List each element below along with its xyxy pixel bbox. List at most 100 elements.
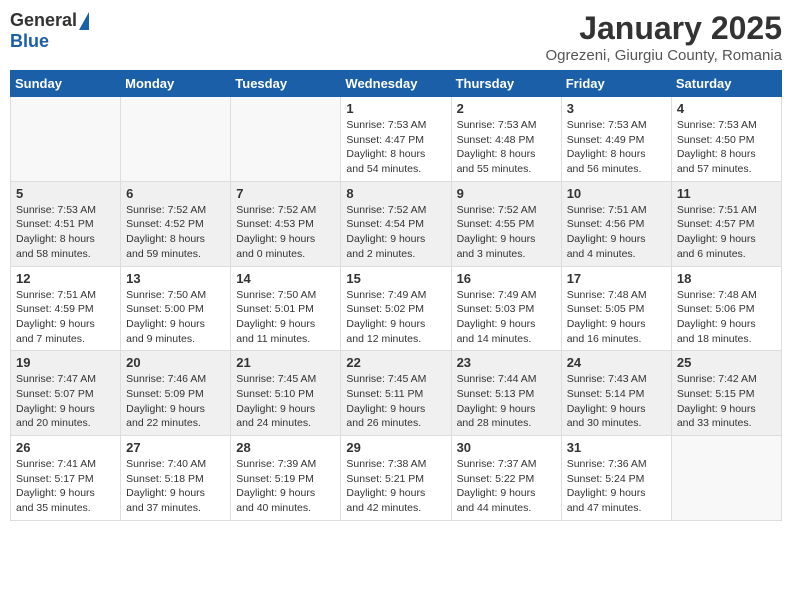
day-of-week-header: Thursday	[451, 71, 561, 97]
day-info: Sunrise: 7:52 AMSunset: 4:54 PMDaylight:…	[346, 203, 445, 262]
day-info: Sunrise: 7:42 AMSunset: 5:15 PMDaylight:…	[677, 372, 776, 431]
day-number: 7	[236, 186, 335, 201]
logo: General Blue	[10, 10, 89, 52]
calendar-week-row: 26 Sunrise: 7:41 AMSunset: 5:17 PMDayligh…	[11, 436, 782, 521]
day-number: 16	[457, 271, 556, 286]
calendar-day-cell	[11, 97, 121, 182]
day-info: Sunrise: 7:53 AMSunset: 4:48 PMDaylight:…	[457, 118, 556, 177]
day-info: Sunrise: 7:38 AMSunset: 5:21 PMDaylight:…	[346, 457, 445, 516]
day-number: 11	[677, 186, 776, 201]
calendar-week-row: 19 Sunrise: 7:47 AMSunset: 5:07 PMDayligh…	[11, 351, 782, 436]
day-number: 14	[236, 271, 335, 286]
day-number: 9	[457, 186, 556, 201]
calendar-day-cell: 31Sunrise: 7:36 AMSunset: 5:24 PMDayligh…	[561, 436, 671, 521]
day-number: 21	[236, 355, 335, 370]
day-number: 26	[16, 440, 115, 455]
calendar-day-cell	[121, 97, 231, 182]
day-info: Sunrise: 7:46 AMSunset: 5:09 PMDaylight:…	[126, 372, 225, 431]
day-number: 6	[126, 186, 225, 201]
calendar-table: SundayMondayTuesdayWednesdayThursdayFrid…	[10, 70, 782, 521]
calendar-day-cell: 17 Sunrise: 7:48 AMSunset: 5:05 PMDayligh…	[561, 266, 671, 351]
calendar-day-cell: 7Sunrise: 7:52 AMSunset: 4:53 PMDaylight…	[231, 181, 341, 266]
day-info: Sunrise: 7:36 AMSunset: 5:24 PMDaylight:…	[567, 457, 666, 516]
calendar-day-cell: 26 Sunrise: 7:41 AMSunset: 5:17 PMDayligh…	[11, 436, 121, 521]
calendar-day-cell: 28 Sunrise: 7:39 AMSunset: 5:19 PMDayligh…	[231, 436, 341, 521]
day-info: Sunrise: 7:47 AMSunset: 5:07 PMDaylight:…	[16, 372, 115, 431]
day-info: Sunrise: 7:51 AMSunset: 4:59 PMDaylight:…	[16, 288, 115, 347]
day-info: Sunrise: 7:40 AMSunset: 5:18 PMDaylight:…	[126, 457, 225, 516]
day-info: Sunrise: 7:53 AMSunset: 4:49 PMDaylight:…	[567, 118, 666, 177]
calendar-day-cell: 8Sunrise: 7:52 AMSunset: 4:54 PMDaylight…	[341, 181, 451, 266]
day-number: 27	[126, 440, 225, 455]
calendar-day-cell: 2 Sunrise: 7:53 AMSunset: 4:48 PMDaylight…	[451, 97, 561, 182]
day-of-week-header: Friday	[561, 71, 671, 97]
day-info: Sunrise: 7:44 AMSunset: 5:13 PMDaylight:…	[457, 372, 556, 431]
calendar-day-cell: 19 Sunrise: 7:47 AMSunset: 5:07 PMDayligh…	[11, 351, 121, 436]
day-number: 20	[126, 355, 225, 370]
day-number: 19	[16, 355, 115, 370]
day-number: 25	[677, 355, 776, 370]
calendar-day-cell	[671, 436, 781, 521]
day-number: 4	[677, 101, 776, 116]
day-number: 29	[346, 440, 445, 455]
calendar-day-cell: 13 Sunrise: 7:50 AMSunset: 5:00 PMDayligh…	[121, 266, 231, 351]
calendar-day-cell: 24 Sunrise: 7:43 AMSunset: 5:14 PMDayligh…	[561, 351, 671, 436]
day-info: Sunrise: 7:37 AMSunset: 5:22 PMDaylight:…	[457, 457, 556, 516]
day-number: 10	[567, 186, 666, 201]
calendar-day-cell: 20 Sunrise: 7:46 AMSunset: 5:09 PMDayligh…	[121, 351, 231, 436]
day-info: Sunrise: 7:51 AMSunset: 4:56 PMDaylight:…	[567, 203, 666, 262]
day-number: 28	[236, 440, 335, 455]
calendar-day-cell: 14 Sunrise: 7:50 AMSunset: 5:01 PMDayligh…	[231, 266, 341, 351]
day-info: Sunrise: 7:49 AMSunset: 5:03 PMDaylight:…	[457, 288, 556, 347]
day-of-week-header: Saturday	[671, 71, 781, 97]
day-info: Sunrise: 7:41 AMSunset: 5:17 PMDaylight:…	[16, 457, 115, 516]
day-info: Sunrise: 7:48 AMSunset: 5:05 PMDaylight:…	[567, 288, 666, 347]
day-number: 22	[346, 355, 445, 370]
calendar-week-row: 12 Sunrise: 7:51 AMSunset: 4:59 PMDayligh…	[11, 266, 782, 351]
day-info: Sunrise: 7:45 AMSunset: 5:10 PMDaylight:…	[236, 372, 335, 431]
calendar-day-cell: 16 Sunrise: 7:49 AMSunset: 5:03 PMDayligh…	[451, 266, 561, 351]
day-info: Sunrise: 7:52 AMSunset: 4:55 PMDaylight:…	[457, 203, 556, 262]
calendar-week-row: 1Sunrise: 7:53 AMSunset: 4:47 PMDaylight…	[11, 97, 782, 182]
day-info: Sunrise: 7:48 AMSunset: 5:06 PMDaylight:…	[677, 288, 776, 347]
calendar-day-cell: 15Sunrise: 7:49 AMSunset: 5:02 PMDayligh…	[341, 266, 451, 351]
calendar-week-row: 5 Sunrise: 7:53 AMSunset: 4:51 PMDaylight…	[11, 181, 782, 266]
calendar-day-cell: 29 Sunrise: 7:38 AMSunset: 5:21 PMDayligh…	[341, 436, 451, 521]
day-info: Sunrise: 7:53 AMSunset: 4:51 PMDaylight:…	[16, 203, 115, 262]
calendar-day-cell: 30 Sunrise: 7:37 AMSunset: 5:22 PMDayligh…	[451, 436, 561, 521]
day-of-week-header: Wednesday	[341, 71, 451, 97]
day-number: 30	[457, 440, 556, 455]
day-number: 5	[16, 186, 115, 201]
day-number: 2	[457, 101, 556, 116]
calendar-day-cell: 3 Sunrise: 7:53 AMSunset: 4:49 PMDaylight…	[561, 97, 671, 182]
calendar-day-cell: 27 Sunrise: 7:40 AMSunset: 5:18 PMDayligh…	[121, 436, 231, 521]
calendar-day-cell: 4 Sunrise: 7:53 AMSunset: 4:50 PMDaylight…	[671, 97, 781, 182]
day-info: Sunrise: 7:53 AMSunset: 4:47 PMDaylight:…	[346, 118, 445, 177]
calendar-day-cell: 10 Sunrise: 7:51 AMSunset: 4:56 PMDayligh…	[561, 181, 671, 266]
day-number: 13	[126, 271, 225, 286]
logo-blue-text: Blue	[10, 31, 49, 52]
day-info: Sunrise: 7:43 AMSunset: 5:14 PMDaylight:…	[567, 372, 666, 431]
day-number: 3	[567, 101, 666, 116]
calendar-day-cell: 1Sunrise: 7:53 AMSunset: 4:47 PMDaylight…	[341, 97, 451, 182]
day-info: Sunrise: 7:39 AMSunset: 5:19 PMDaylight:…	[236, 457, 335, 516]
month-title: January 2025	[546, 10, 783, 47]
day-info: Sunrise: 7:53 AMSunset: 4:50 PMDaylight:…	[677, 118, 776, 177]
day-info: Sunrise: 7:52 AMSunset: 4:52 PMDaylight:…	[126, 203, 225, 262]
day-number: 18	[677, 271, 776, 286]
day-number: 17	[567, 271, 666, 286]
calendar-day-cell: 23Sunrise: 7:44 AMSunset: 5:13 PMDayligh…	[451, 351, 561, 436]
calendar-day-cell: 22 Sunrise: 7:45 AMSunset: 5:11 PMDayligh…	[341, 351, 451, 436]
day-info: Sunrise: 7:50 AMSunset: 5:00 PMDaylight:…	[126, 288, 225, 347]
calendar-day-cell	[231, 97, 341, 182]
day-info: Sunrise: 7:49 AMSunset: 5:02 PMDaylight:…	[346, 288, 445, 347]
day-of-week-header: Tuesday	[231, 71, 341, 97]
day-info: Sunrise: 7:51 AMSunset: 4:57 PMDaylight:…	[677, 203, 776, 262]
title-block: January 2025 Ogrezeni, Giurgiu County, R…	[546, 10, 783, 64]
calendar-header-row: SundayMondayTuesdayWednesdayThursdayFrid…	[11, 71, 782, 97]
day-info: Sunrise: 7:45 AMSunset: 5:11 PMDaylight:…	[346, 372, 445, 431]
day-number: 12	[16, 271, 115, 286]
day-number: 24	[567, 355, 666, 370]
calendar-day-cell: 5 Sunrise: 7:53 AMSunset: 4:51 PMDaylight…	[11, 181, 121, 266]
day-info: Sunrise: 7:50 AMSunset: 5:01 PMDaylight:…	[236, 288, 335, 347]
